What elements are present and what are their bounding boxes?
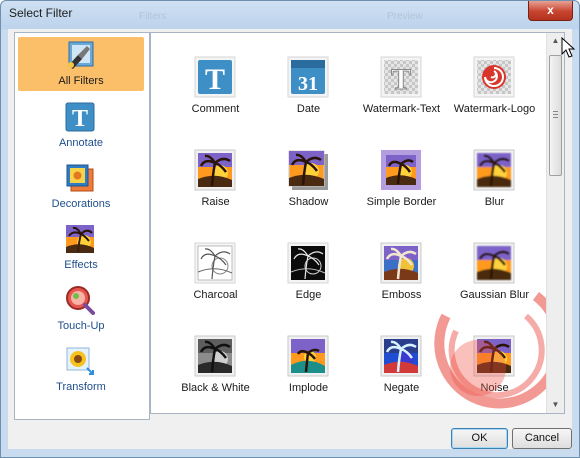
text-T-icon: T xyxy=(194,56,236,98)
category-effects[interactable]: Effects xyxy=(18,221,144,275)
filter-label: Simple Border xyxy=(366,196,437,208)
palm-bw-icon xyxy=(194,335,236,377)
frame-icon xyxy=(66,164,94,192)
filter-simple-border[interactable]: Simple Border xyxy=(355,142,448,232)
filter-negate[interactable]: Negate xyxy=(355,328,448,410)
filter-blur[interactable]: Blur xyxy=(448,142,541,232)
filter-label: Raise xyxy=(201,196,230,208)
text-T-icon: T xyxy=(65,102,95,132)
filter-date[interactable]: 31 Date xyxy=(262,49,355,139)
svg-text:T: T xyxy=(72,106,88,132)
filter-label: Watermark-Text xyxy=(362,103,441,115)
dialog-body: All Filters T Annotate Decorations Effec… xyxy=(8,29,572,449)
filter-label: Comment xyxy=(191,103,240,115)
mouse-cursor-icon xyxy=(561,37,576,58)
filter-label: Gaussian Blur xyxy=(459,289,530,301)
ok-button[interactable]: OK xyxy=(451,428,508,449)
filter-label: Implode xyxy=(288,382,329,394)
filter-shadow[interactable]: Shadow xyxy=(262,142,355,232)
filter-raise[interactable]: Raise xyxy=(169,142,262,232)
palm-negative-icon xyxy=(380,335,422,377)
watermark-text-icon: T xyxy=(380,56,422,98)
filter-label: Blur xyxy=(484,196,505,208)
filter-label: Watermark-Logo xyxy=(453,103,536,115)
calendar-digits: 31 xyxy=(298,73,318,95)
svg-text:T: T xyxy=(391,63,411,96)
filter-edge[interactable]: Edge xyxy=(262,235,355,325)
category-decorations[interactable]: Decorations xyxy=(18,160,144,214)
filter-gaussian-blur[interactable]: Gaussian Blur xyxy=(448,235,541,325)
palm-icon xyxy=(473,149,515,191)
cancel-button[interactable]: Cancel xyxy=(512,428,572,449)
category-label: All Filters xyxy=(58,75,104,87)
category-all-filters[interactable]: All Filters xyxy=(18,37,144,91)
filter-implode[interactable]: Implode xyxy=(262,328,355,410)
select-filter-dialog: Select Filter Filters Preview x All Filt… xyxy=(0,0,580,458)
filter-watermark-logo[interactable]: Watermark-Logo xyxy=(448,49,541,139)
filter-label: Shadow xyxy=(288,196,329,208)
svg-text:T: T xyxy=(205,63,225,96)
palm-icon xyxy=(473,242,515,284)
watermark-logo-icon xyxy=(473,56,515,98)
category-label: Decorations xyxy=(51,198,111,210)
calendar-icon: 31 xyxy=(287,56,329,98)
palm-icon xyxy=(473,335,515,377)
filter-label: Emboss xyxy=(381,289,422,301)
close-button[interactable]: x xyxy=(528,1,573,21)
scroll-down-arrow[interactable]: ▼ xyxy=(547,397,564,413)
category-list: All Filters T Annotate Decorations Effec… xyxy=(14,32,150,420)
brush-icon xyxy=(68,41,94,69)
filter-label: Edge xyxy=(295,289,322,301)
palm-icon xyxy=(380,242,422,284)
filter-comment[interactable]: T Comment xyxy=(169,49,262,139)
background-window-title: Preview xyxy=(387,11,423,22)
category-annotate[interactable]: T Annotate xyxy=(18,99,144,153)
filter-label: Charcoal xyxy=(193,289,238,301)
category-label: Transform xyxy=(56,381,106,393)
filter-gallery: T Comment 31 Date T Watermark-Text Water… xyxy=(150,32,565,414)
magnifier-icon xyxy=(66,286,95,315)
palm-icon xyxy=(381,150,421,190)
transform-flower-icon xyxy=(66,347,94,375)
palm-icon xyxy=(66,225,94,253)
scroll-thumb[interactable] xyxy=(549,55,562,176)
filter-black-white[interactable]: Black & White xyxy=(169,328,262,410)
category-label: Effects xyxy=(64,259,98,271)
background-window-title: Filters xyxy=(139,11,167,22)
filter-label: Date xyxy=(296,103,321,115)
filter-watermark-text[interactable]: T Watermark-Text xyxy=(355,49,448,139)
filter-charcoal[interactable]: Charcoal xyxy=(169,235,262,325)
filter-emboss[interactable]: Emboss xyxy=(355,235,448,325)
filter-label: Noise xyxy=(480,382,509,394)
category-label: Touch-Up xyxy=(57,320,105,332)
filter-label: Negate xyxy=(383,382,420,394)
close-icon: x xyxy=(547,3,554,17)
palm-sketch-icon xyxy=(194,242,236,284)
vertical-scrollbar[interactable]: ▲ ▼ xyxy=(546,33,564,413)
palm-edge-icon xyxy=(287,242,329,284)
palm-icon xyxy=(287,335,329,377)
filter-grid: T Comment 31 Date T Watermark-Text Water… xyxy=(154,36,560,410)
title-bar[interactable]: Select Filter Filters Preview x xyxy=(1,1,579,27)
category-transform[interactable]: Transform xyxy=(18,343,144,397)
filter-noise[interactable]: Noise xyxy=(448,328,541,410)
palm-icon xyxy=(194,149,236,191)
palm-icon xyxy=(288,150,328,190)
category-label: Annotate xyxy=(58,137,104,149)
filter-label: Black & White xyxy=(181,382,250,394)
category-touch-up[interactable]: Touch-Up xyxy=(18,282,144,336)
window-title: Select Filter xyxy=(9,6,73,20)
